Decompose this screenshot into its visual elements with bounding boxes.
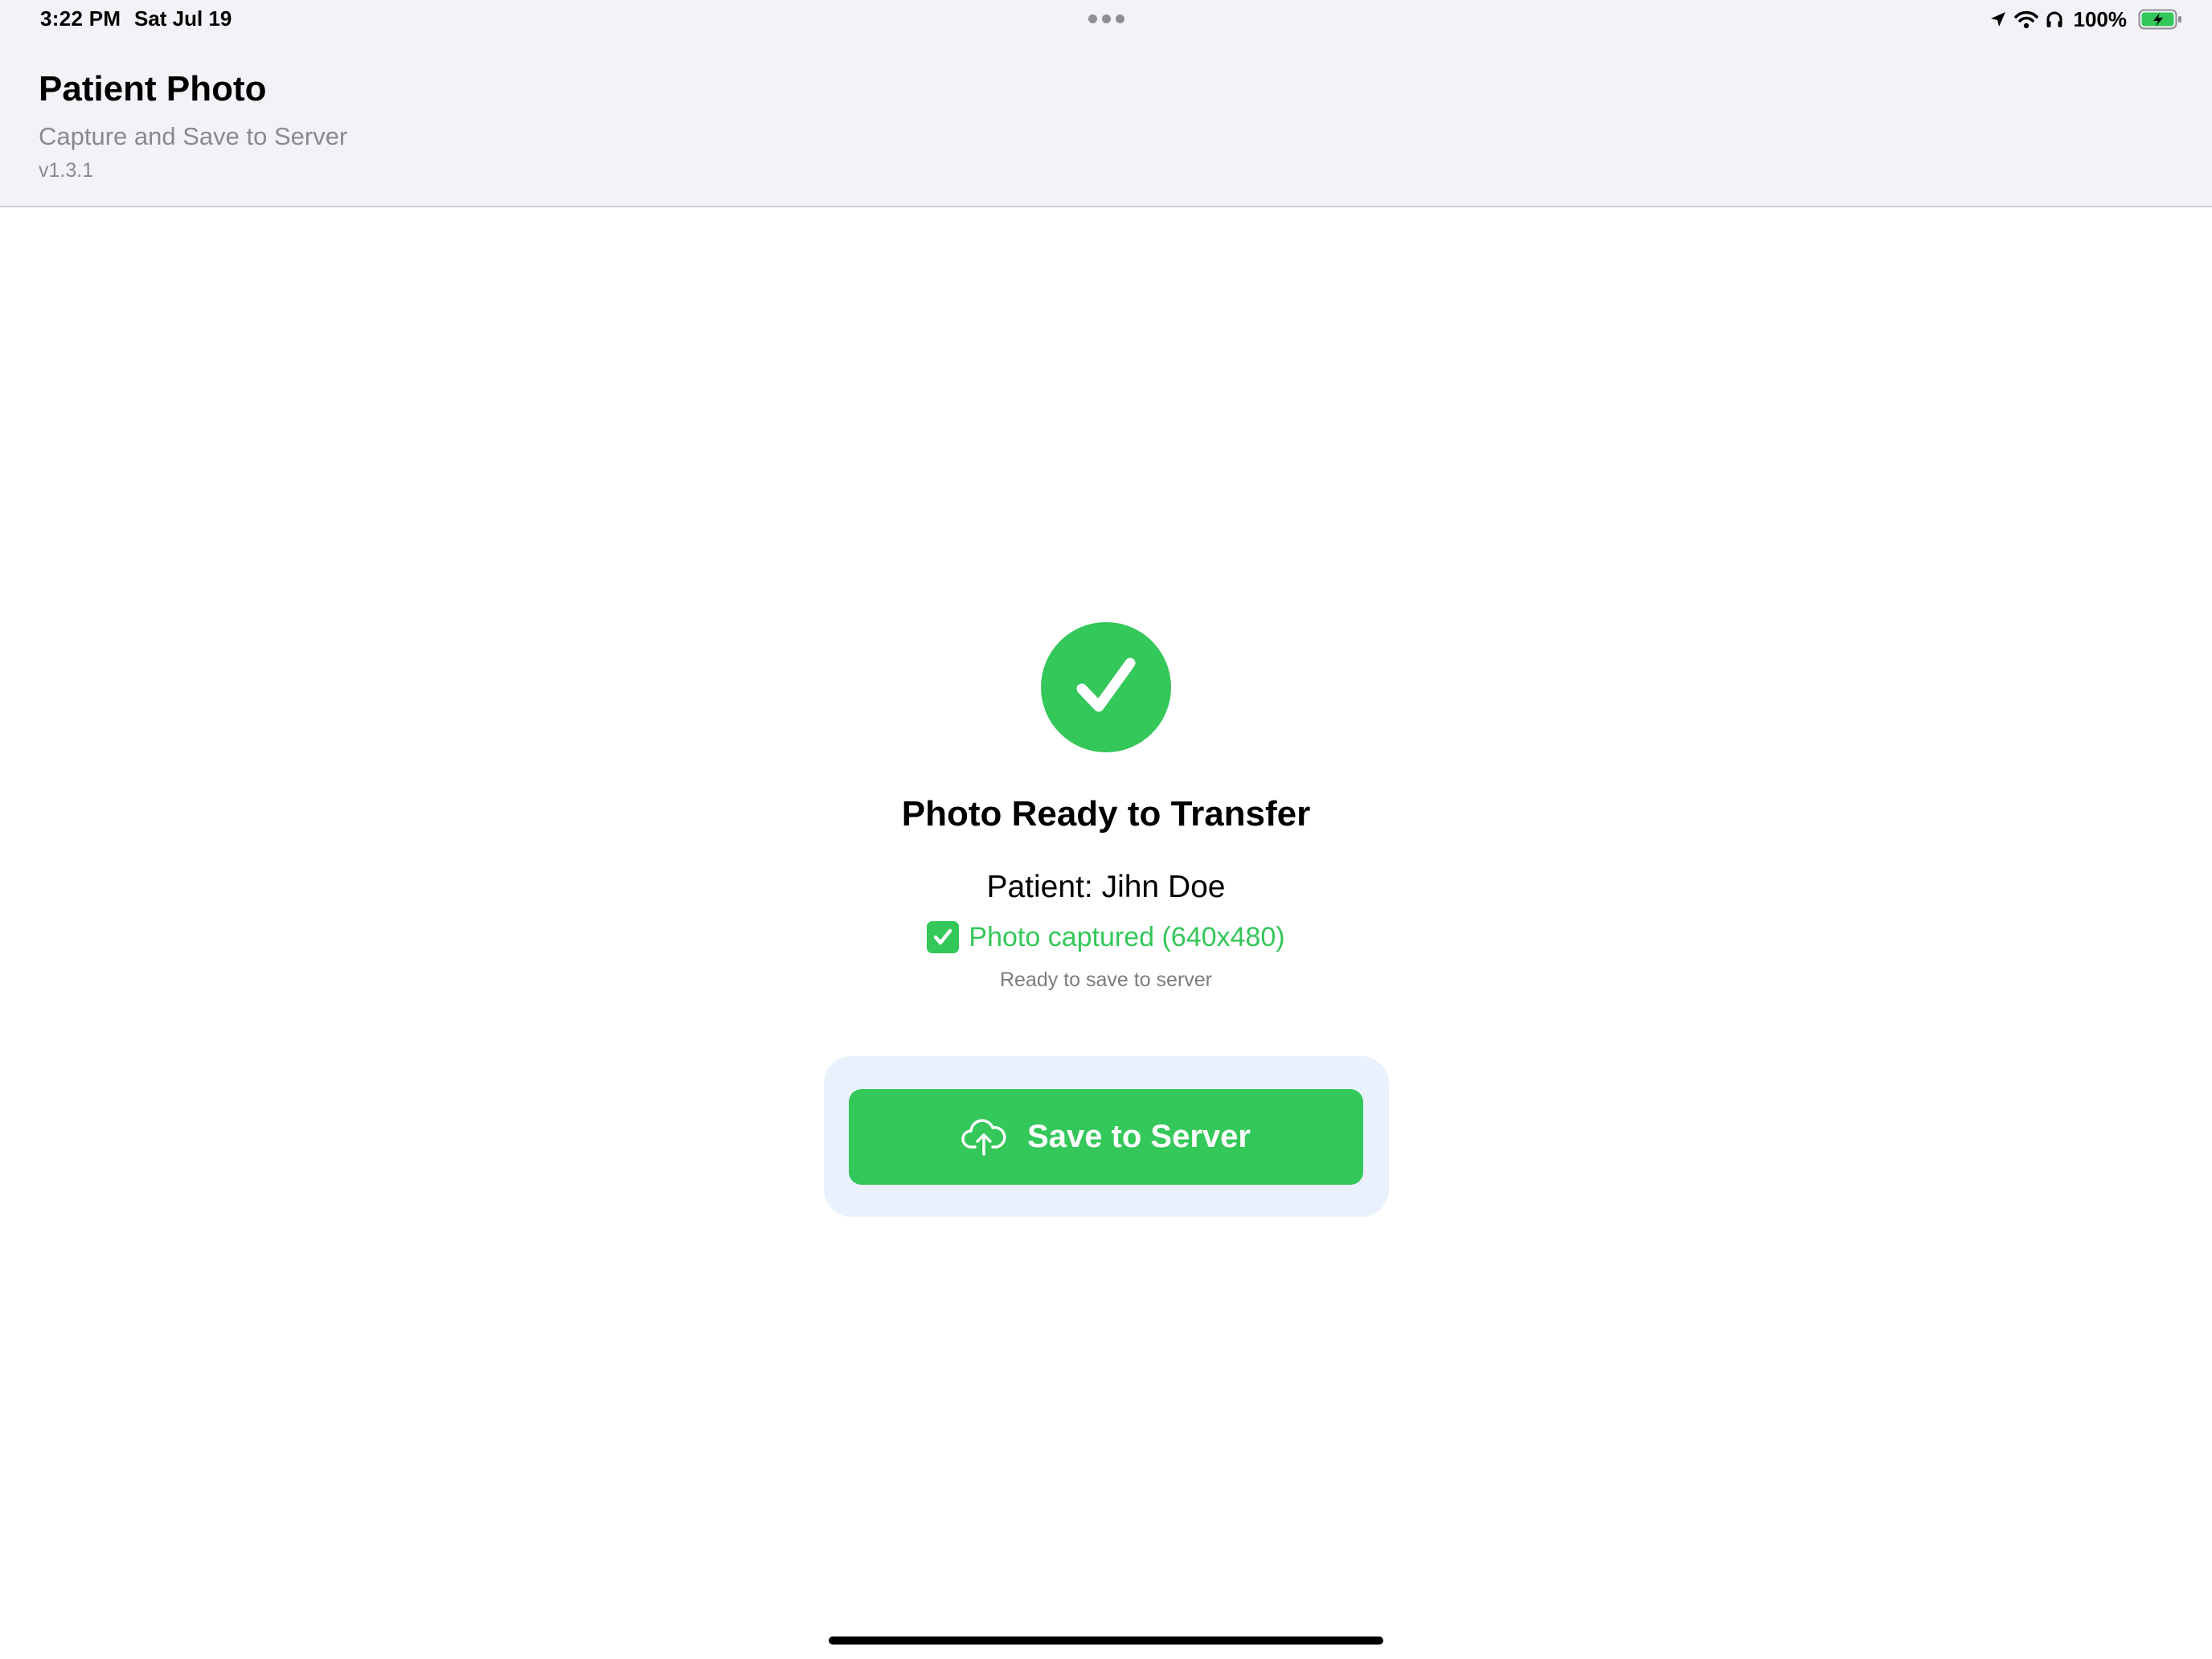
page-title: Patient Photo <box>39 69 267 109</box>
save-to-server-button[interactable]: Save to Server <box>849 1089 1363 1185</box>
screen: 3:22 PM Sat Jul 19 100% Patient Photo Ca… <box>0 0 2212 1659</box>
save-button-label: Save to Server <box>1027 1119 1251 1154</box>
home-indicator[interactable] <box>829 1636 1383 1645</box>
battery-charging-icon <box>2138 8 2183 31</box>
headphones-icon <box>2045 10 2064 29</box>
status-indicators: 100% <box>1989 6 2184 32</box>
wifi-icon <box>2013 10 2038 29</box>
capture-status: Photo captured (640x480) <box>0 921 2212 953</box>
multitasking-dots-icon[interactable] <box>1088 14 1125 24</box>
patient-name: Patient: Jihn Doe <box>986 870 1226 904</box>
location-icon <box>1989 10 2008 29</box>
battery-percentage: 100% <box>2073 6 2128 31</box>
status-date: Sat Jul 19 <box>134 6 232 31</box>
capture-status-text: Photo captured (640x480) <box>969 921 1285 952</box>
ready-message: Ready to save to server <box>999 969 1212 991</box>
status-time: 3:22 PM <box>40 6 121 31</box>
cloud-upload-icon <box>961 1118 1006 1156</box>
page-subtitle: Capture and Save to Server <box>39 122 348 150</box>
top-bar: 3:22 PM Sat Jul 19 100% Patient Photo Ca… <box>0 0 2212 207</box>
checkmark-circle-icon <box>1041 622 1171 752</box>
check-box-icon <box>927 921 960 953</box>
app-version: v1.3.1 <box>39 159 94 182</box>
status-headline: Photo Ready to Transfer <box>901 794 1311 834</box>
